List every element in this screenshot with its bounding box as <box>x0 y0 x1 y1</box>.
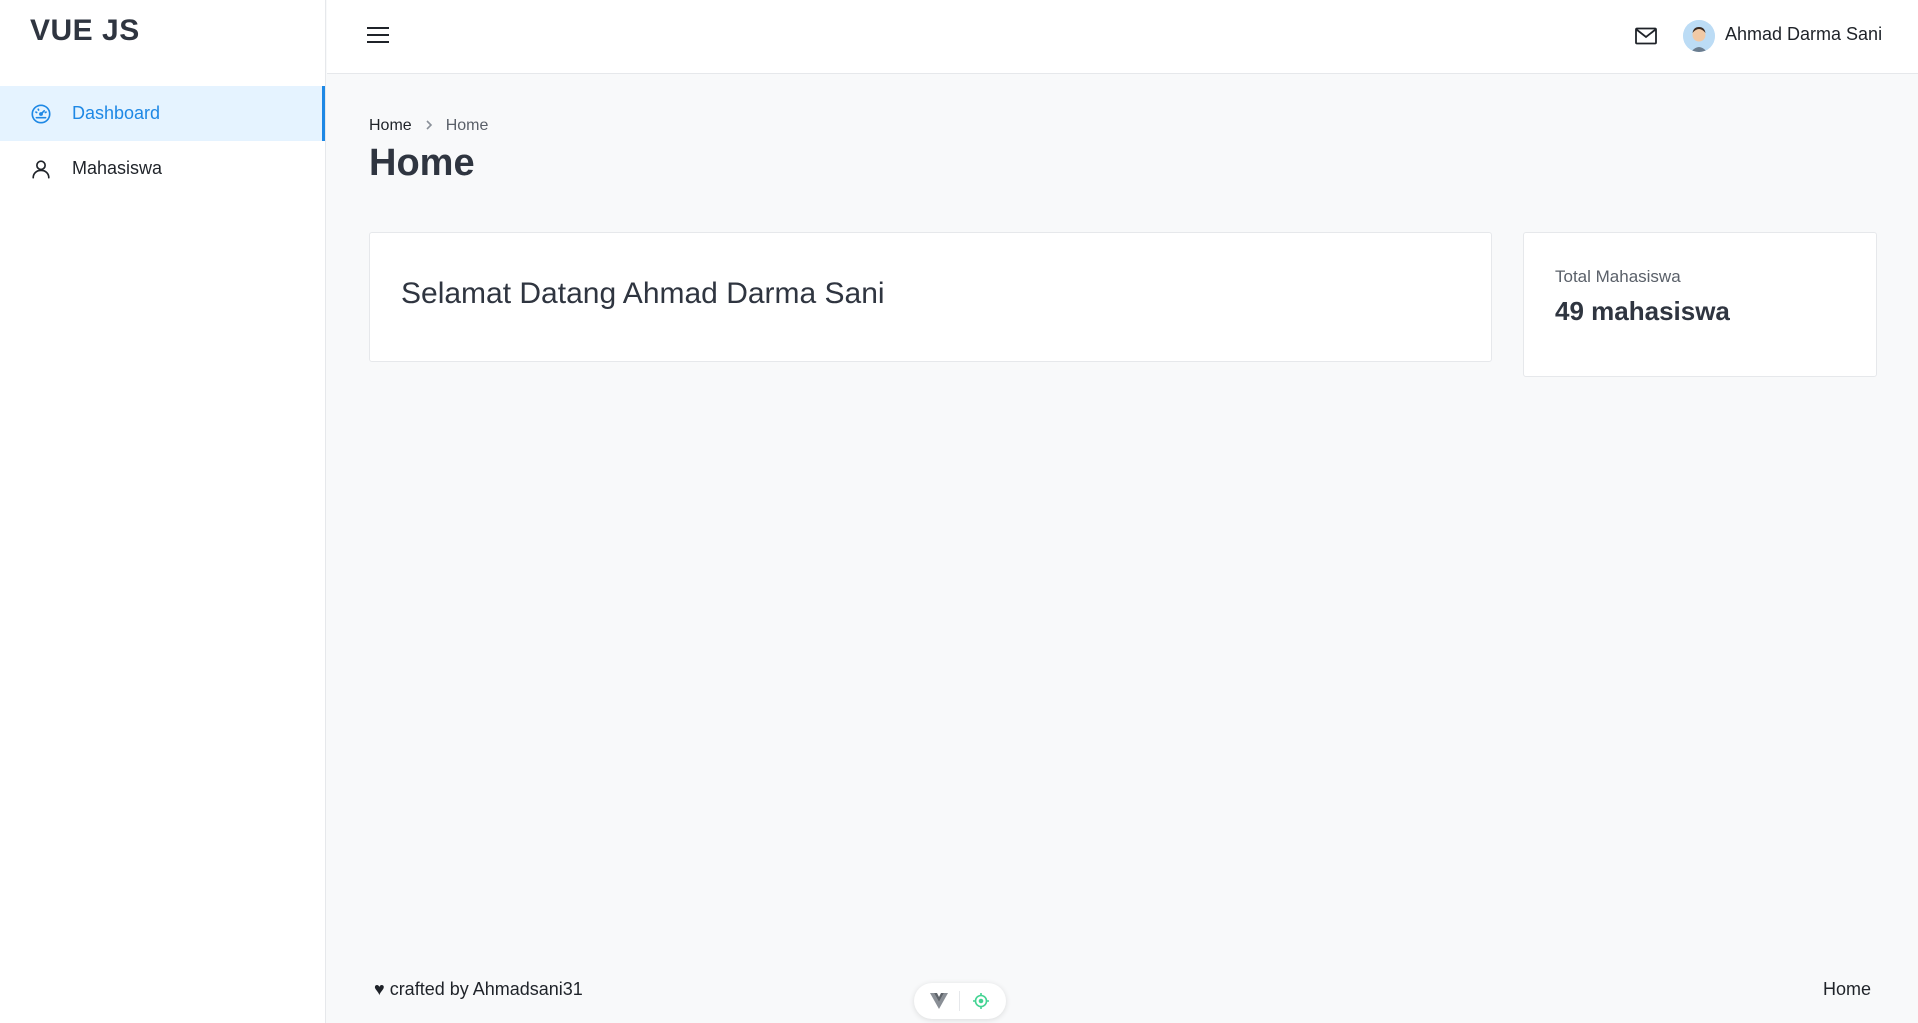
breadcrumb: Home Home <box>369 117 488 135</box>
stat-value: 49 mahasiswa <box>1555 296 1730 326</box>
main-content: Home Home Home Selamat Datang Ahmad Darm… <box>327 75 1918 1023</box>
sidebar-item-dashboard[interactable]: Dashboard <box>0 86 325 141</box>
vue-logo-icon[interactable] <box>929 991 949 1011</box>
breadcrumb-current: Home <box>445 117 489 134</box>
brand-logo-text[interactable]: VUE JS <box>0 0 325 64</box>
sidebar-menu: Dashboard Mahasiswa <box>0 86 325 196</box>
top-header: Ahmad Darma Sani <box>327 0 1918 74</box>
chevron-right-icon <box>424 118 434 134</box>
stat-card-total-mahasiswa: Total Mahasiswa 49 mahasiswa <box>1523 232 1877 377</box>
sidebar: VUE JS Dashboard Mahasiswa <box>0 0 326 1023</box>
welcome-message: Selamat Datang Ahmad Darma Sani <box>401 277 885 310</box>
stat-label: Total Mahasiswa <box>1555 267 1681 286</box>
sidebar-item-label: Dashboard <box>72 103 161 123</box>
hamburger-icon[interactable] <box>367 27 389 45</box>
mail-icon[interactable] <box>1635 27 1657 45</box>
avatar[interactable] <box>1683 20 1715 52</box>
dashboard-gauge-icon <box>30 103 52 125</box>
footer-credit: ♥ crafted by Ahmadsani31 <box>374 979 583 999</box>
breadcrumb-home-link[interactable]: Home <box>369 117 412 135</box>
footer-home-link[interactable]: Home <box>1823 979 1871 1000</box>
vue-devtools-toolbar <box>914 983 1006 1019</box>
user-name[interactable]: Ahmad Darma Sani <box>1725 24 1882 45</box>
toolbar-divider <box>959 991 961 1011</box>
sidebar-item-mahasiswa[interactable]: Mahasiswa <box>0 141 325 196</box>
user-icon <box>30 158 52 180</box>
sidebar-item-label: Mahasiswa <box>72 158 163 178</box>
inspect-target-icon[interactable] <box>971 991 991 1011</box>
welcome-card: Selamat Datang Ahmad Darma Sani <box>369 232 1492 362</box>
page-title: Home <box>369 142 475 184</box>
